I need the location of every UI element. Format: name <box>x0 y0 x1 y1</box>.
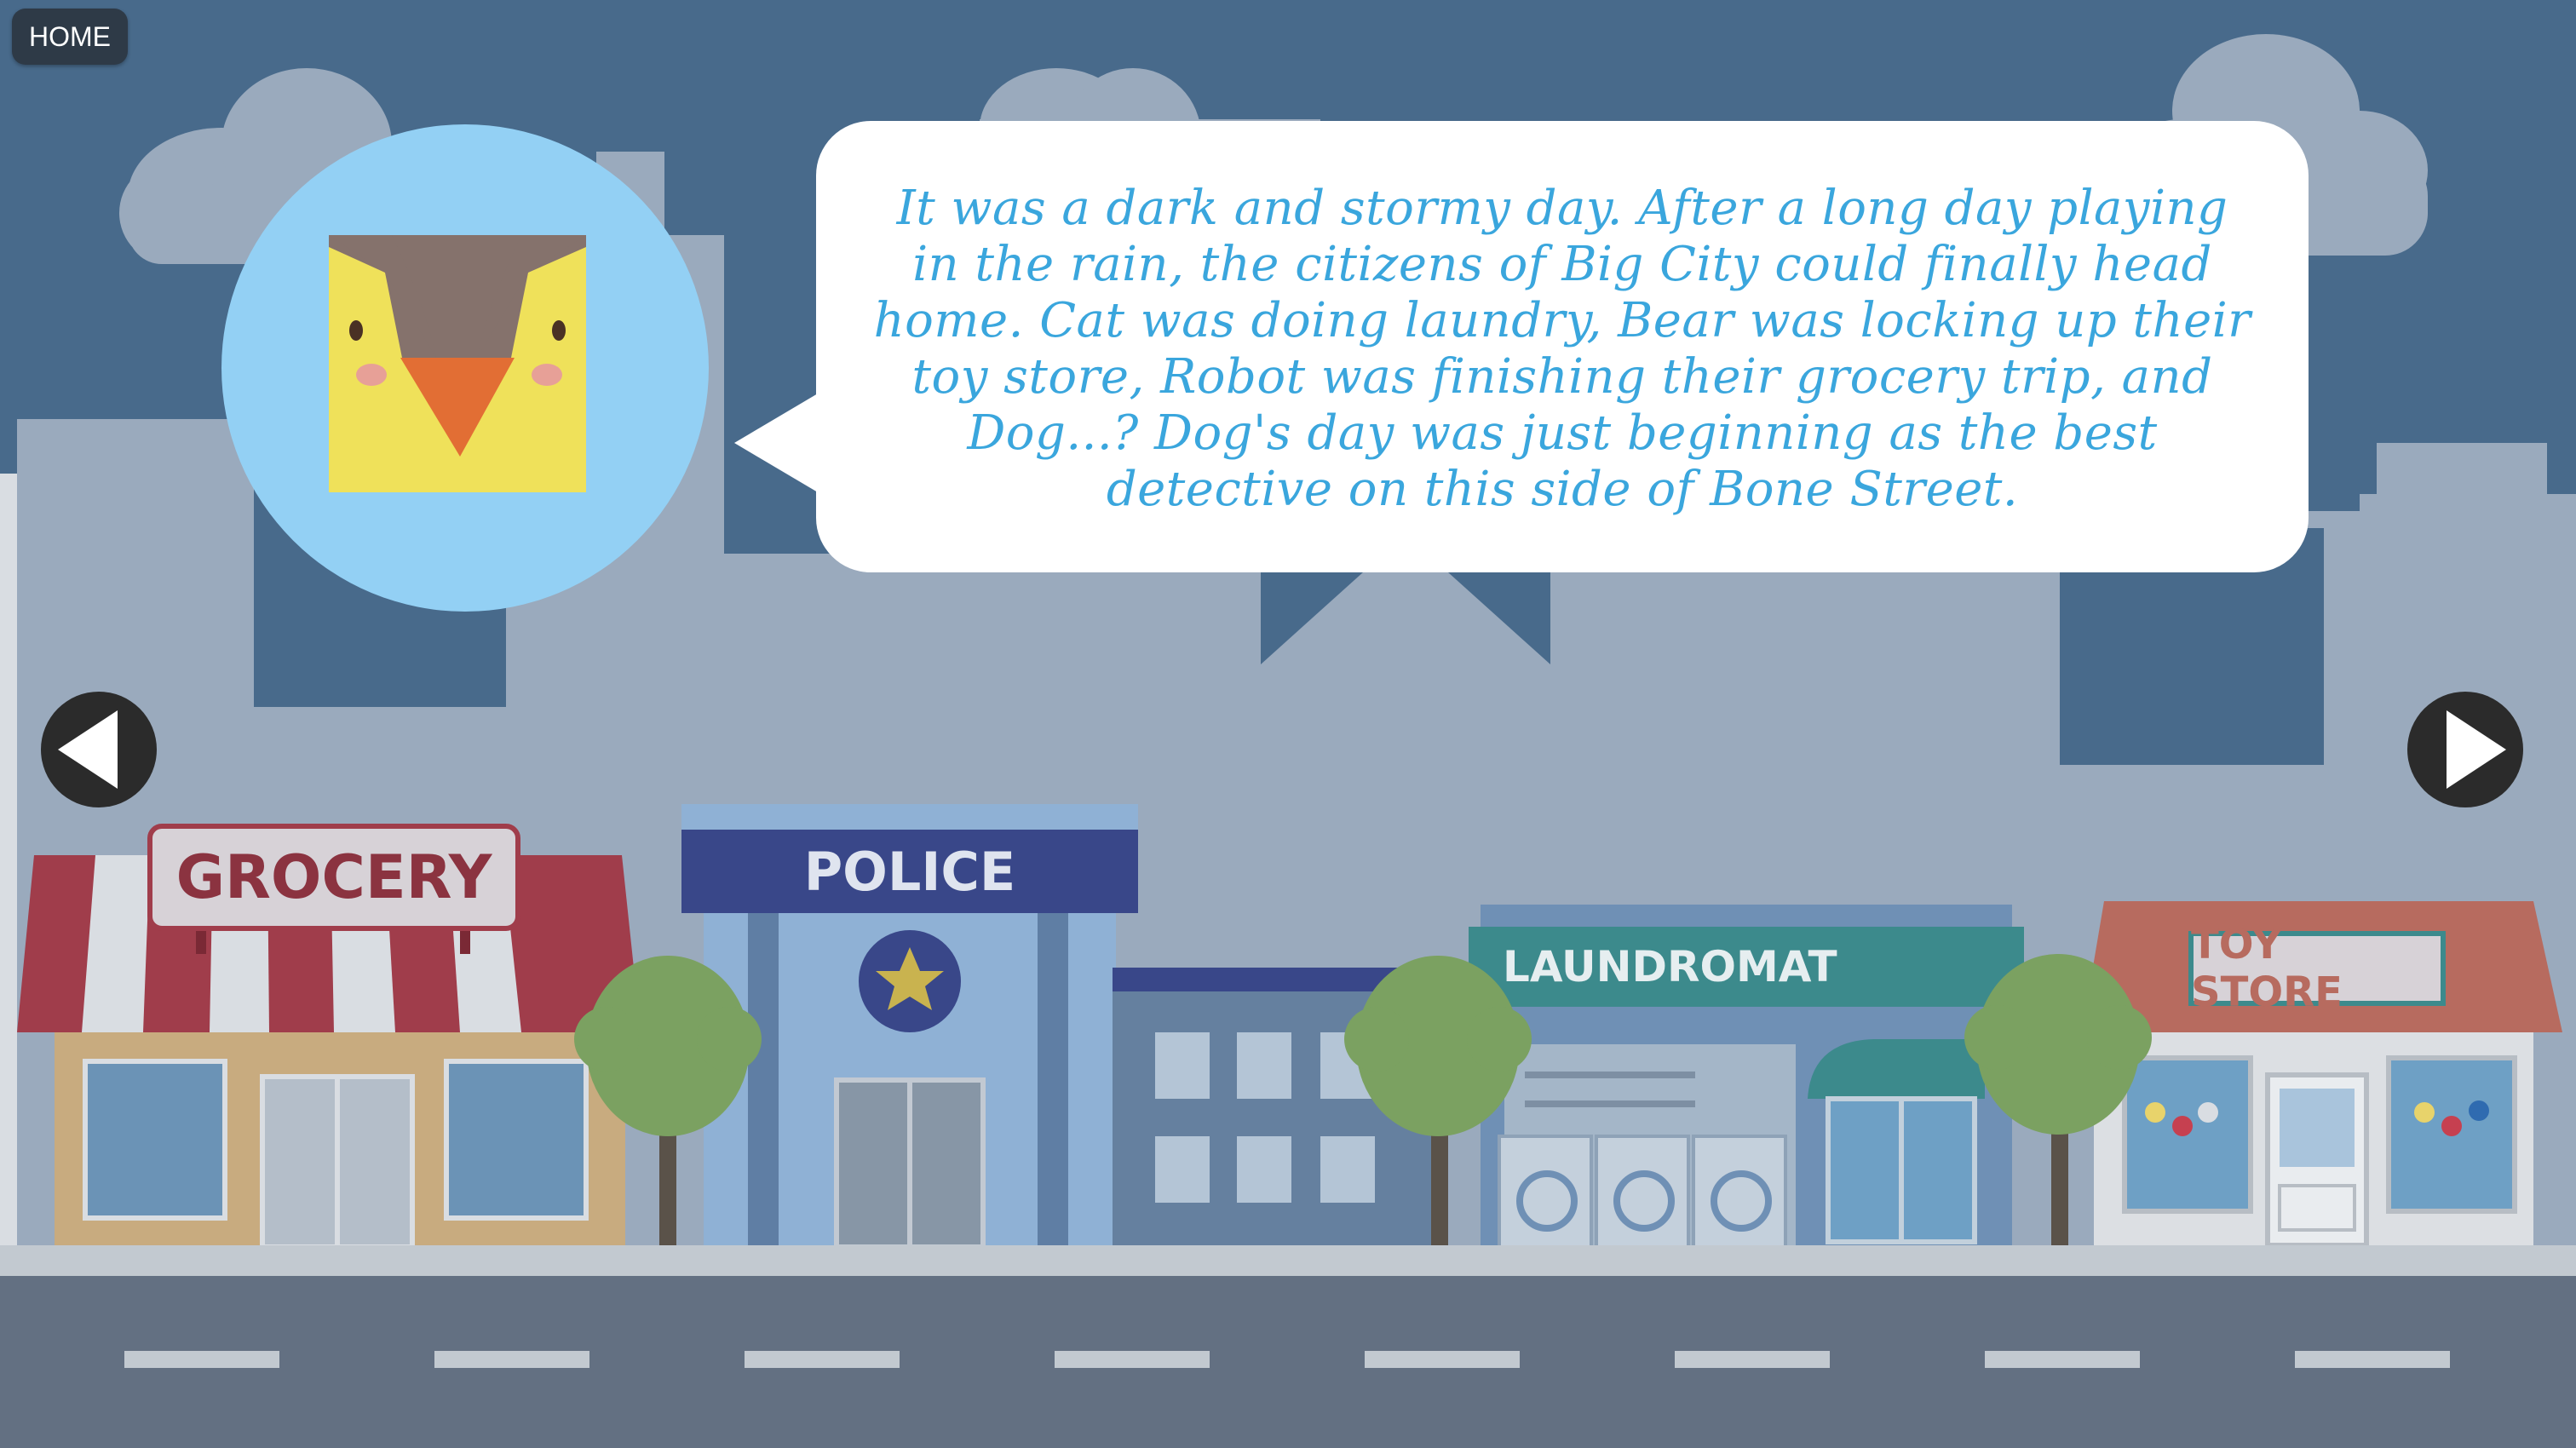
previous-button[interactable] <box>39 690 158 809</box>
toy-store-sign: TOY STORE <box>2191 921 2343 1016</box>
story-text: It was a dark and stormy day. After a lo… <box>873 181 2251 517</box>
bird-narrator-avatar <box>221 124 709 612</box>
story-scene: GROCERY POLICE LAUNDROMAT TOY STORE It w… <box>0 0 2576 1448</box>
police-sign: POLICE <box>803 840 1016 903</box>
road <box>0 1276 2576 1448</box>
laundromat-sign: LAUNDROMAT <box>1503 942 1837 991</box>
home-button[interactable]: HOME <box>12 9 128 65</box>
next-button[interactable] <box>2406 690 2525 809</box>
sidewalk <box>0 1245 2576 1276</box>
grocery-sign: GROCERY <box>175 842 492 912</box>
